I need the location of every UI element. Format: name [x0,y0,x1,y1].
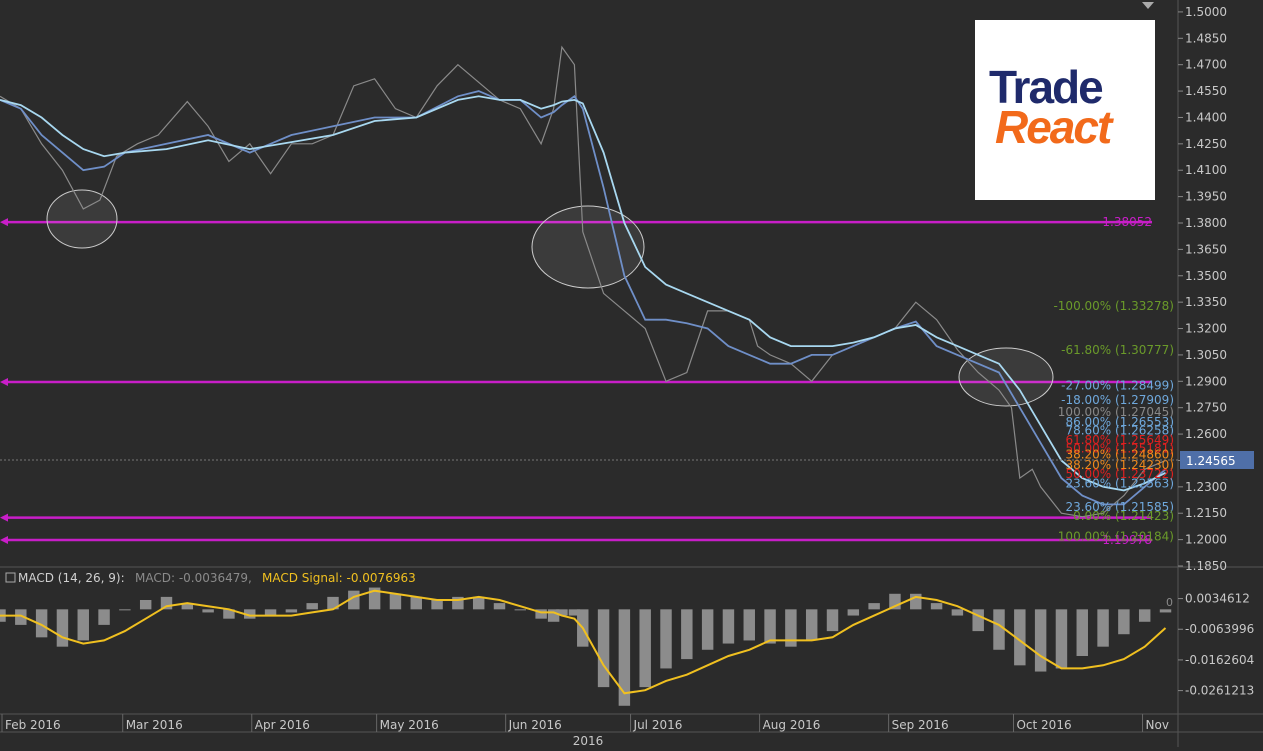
ellipse-mar-low [46,189,118,249]
macd-histogram-bar [660,609,672,669]
macd-histogram-bar [119,609,131,611]
macd-histogram-bar [826,609,839,632]
macd-histogram-bar [930,603,943,610]
tradereact-logo: Trade React [975,20,1155,200]
y-tick-label: 1.4850 [1185,31,1227,45]
x-tick-label: Jul 2016 [633,718,683,732]
macd-title: MACD (14, 26, 9): [18,571,125,585]
x-tick-label: Apr 2016 [255,718,310,732]
x-axis-year-label: 2016 [573,734,604,747]
y-tick-label: 1.3800 [1185,216,1227,230]
fib-label: 23.60% (1.22563) [1065,477,1174,491]
macd-histogram-bar [1097,609,1109,647]
fib-label: 100.00% (1.20184) [1058,529,1174,543]
macd-zero-marker: 0 [1166,596,1173,609]
y-tick-label: 1.2750 [1185,401,1227,415]
macd-histogram-bar [77,609,89,641]
y-tick-label: 1.2600 [1185,427,1227,441]
x-tick-label: Nov [1146,718,1169,732]
macd-histogram-bar [993,609,1005,650]
macd-y-tick-label: 0.0034612 [1185,592,1250,606]
macd-histogram-bar [847,609,860,616]
ellipse-oct-break [958,347,1054,407]
y-tick-label: 1.2900 [1185,374,1227,388]
y-tick-label: 1.3500 [1185,269,1227,283]
y-tick-label: 1.1850 [1185,559,1227,573]
macd-histogram-bar [1055,609,1068,669]
macd-histogram-bar [1118,609,1130,635]
y-tick-label: 1.3200 [1185,322,1227,336]
macd-histogram-bar [285,609,298,613]
logo-react-text: React [995,101,1112,153]
last-price-label: 1.24565 [1186,454,1236,468]
macd-histogram-bar [805,609,818,641]
y-tick-label: 1.2000 [1185,533,1227,547]
macd-histogram-bar [139,600,152,610]
y-tick-label: 1.4250 [1185,137,1227,151]
macd-y-tick-label: -0.0063996 [1185,622,1254,636]
x-tick-label: Aug 2016 [763,718,821,732]
macd-y-tick-label: -0.0162604 [1185,653,1254,667]
y-tick-label: 1.3050 [1185,348,1227,362]
macd-histogram-bar [868,603,880,610]
macd-histogram-bar [618,609,631,706]
macd-histogram-bar [202,609,214,613]
x-tick-label: Feb 2016 [5,718,61,732]
fib-label: -61.80% (1.30777) [1061,343,1174,357]
fib-label: -27.00% (1.28499) [1061,379,1174,393]
macd-histogram-bar [1076,609,1088,656]
macd-histogram-bar [722,609,735,644]
y-tick-label: 1.4100 [1185,163,1227,177]
y-tick-label: 1.4400 [1185,110,1227,124]
y-tick-label: 1.4700 [1185,58,1227,72]
macd-histogram-bar [681,609,693,660]
macd-histogram-bar [597,609,610,688]
y-tick-label: 1.3650 [1185,242,1227,256]
x-tick-label: Oct 2016 [1016,718,1071,732]
fib-label: 0.00% (1.21423) [1073,509,1174,523]
macd-histogram-bar [743,609,755,641]
y-tick-label: 1.4550 [1185,84,1227,98]
macd-histogram-bar [1138,609,1151,622]
macd-value: MACD: -0.0036479, [135,571,252,585]
y-tick-label: 1.3950 [1185,190,1227,204]
fib-label: -100.00% (1.33278) [1053,299,1174,313]
macd-histogram-bar [514,609,527,611]
x-tick-label: Sep 2016 [892,718,949,732]
macd-histogram-bar [410,596,422,610]
macd-histogram-bar [431,600,443,610]
x-tick-label: Jun 2016 [508,718,562,732]
level-label: 1.38052 [1102,215,1152,229]
macd-histogram-bar [389,593,402,610]
y-tick-label: 1.2150 [1185,506,1227,520]
y-tick-label: 1.5000 [1185,5,1227,19]
y-tick-label: 1.2300 [1185,480,1227,494]
macd-histogram-bar [701,609,714,650]
macd-histogram-bar [1034,609,1047,672]
macd-y-tick-label: -0.0261213 [1185,684,1254,698]
macd-histogram-bar [639,609,651,688]
macd-histogram-bar [493,603,506,610]
x-tick-label: Mar 2016 [126,718,183,732]
macd-histogram-bar [1159,609,1172,613]
macd-histogram-bar [472,596,485,610]
macd-histogram-bar [306,603,318,610]
macd-signal-value: MACD Signal: -0.0076963 [262,571,416,585]
macd-histogram-bar [972,609,984,632]
macd-histogram-bar [98,609,110,625]
macd-histogram-bar [764,609,776,644]
x-tick-label: May 2016 [380,718,439,732]
macd-histogram-bar [56,609,69,647]
chart-area[interactable]: 1.38052 1.19978 -100.00% (1.33278) -61.80%… [0,0,1263,748]
y-tick-label: 1.3350 [1185,295,1227,309]
macd-histogram-bar [951,609,964,616]
